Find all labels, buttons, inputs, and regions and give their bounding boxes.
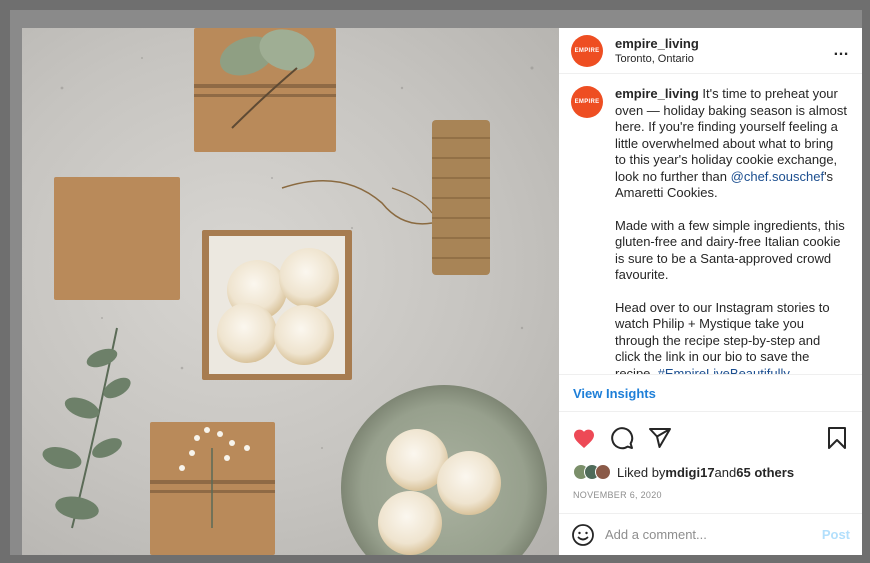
view-insights-link[interactable]: View Insights — [573, 386, 656, 401]
mention-link[interactable]: @chef.souschef — [731, 169, 824, 184]
header-text: empire_living Toronto, Ontario — [615, 36, 833, 65]
comment-icon — [611, 427, 634, 450]
more-options-icon[interactable]: … — [833, 42, 850, 60]
liked-by-user[interactable]: mdigi17 — [665, 465, 714, 480]
save-button[interactable] — [824, 425, 850, 451]
action-bar — [559, 416, 862, 460]
caption-paragraph-2: Made with a few simple ingredients, this… — [615, 217, 845, 283]
liker-avatar — [595, 464, 611, 480]
emoji-icon[interactable] — [571, 523, 595, 547]
caption-avatar[interactable]: EMPIRE — [571, 86, 603, 118]
comment-bar: Post — [559, 513, 862, 555]
caption-p3-text: Head over to our Instagram stories to wa… — [615, 299, 830, 375]
post-frame: EMPIRE empire_living Toronto, Ontario … … — [10, 10, 862, 555]
caption-paragraph-1: empire_living It's time to preheat your … — [615, 86, 847, 202]
liked-by-and: and — [714, 464, 737, 480]
liker-avatars[interactable] — [573, 464, 611, 480]
like-button[interactable] — [571, 425, 597, 451]
likes-row: Liked by mdigi17 and 65 others — [559, 460, 862, 484]
comment-button[interactable] — [609, 425, 635, 451]
insights-bar: View Insights — [559, 374, 862, 412]
post-header: EMPIRE empire_living Toronto, Ontario … — [559, 28, 862, 74]
heart-icon — [574, 429, 594, 448]
hashtag-link[interactable]: #EmpireLiveBeautifully — [658, 366, 790, 375]
caption-username[interactable]: empire_living — [615, 86, 699, 101]
likes-count[interactable]: 65 others — [736, 465, 794, 480]
post-photo[interactable] — [22, 28, 559, 555]
post-comment-button[interactable]: Post — [822, 527, 850, 542]
caption-area: EMPIRE empire_living It's time to prehea… — [559, 74, 862, 374]
account-avatar[interactable]: EMPIRE — [571, 34, 603, 67]
bookmark-icon — [828, 427, 846, 449]
account-username[interactable]: empire_living — [615, 36, 833, 51]
caption-text: empire_living It's time to preheat your … — [615, 86, 847, 374]
photo-illustration — [42, 28, 547, 555]
send-icon — [649, 428, 671, 448]
comment-input[interactable] — [605, 527, 822, 542]
post-location[interactable]: Toronto, Ontario — [615, 53, 833, 65]
liked-by-prefix: Liked by — [617, 464, 666, 480]
share-button[interactable] — [647, 425, 673, 451]
post-side-panel: EMPIRE empire_living Toronto, Ontario … … — [559, 28, 862, 555]
caption-paragraph-3: Head over to our Instagram stories to wa… — [615, 300, 847, 375]
post-date[interactable]: NOVEMBER 6, 2020 — [559, 484, 862, 510]
